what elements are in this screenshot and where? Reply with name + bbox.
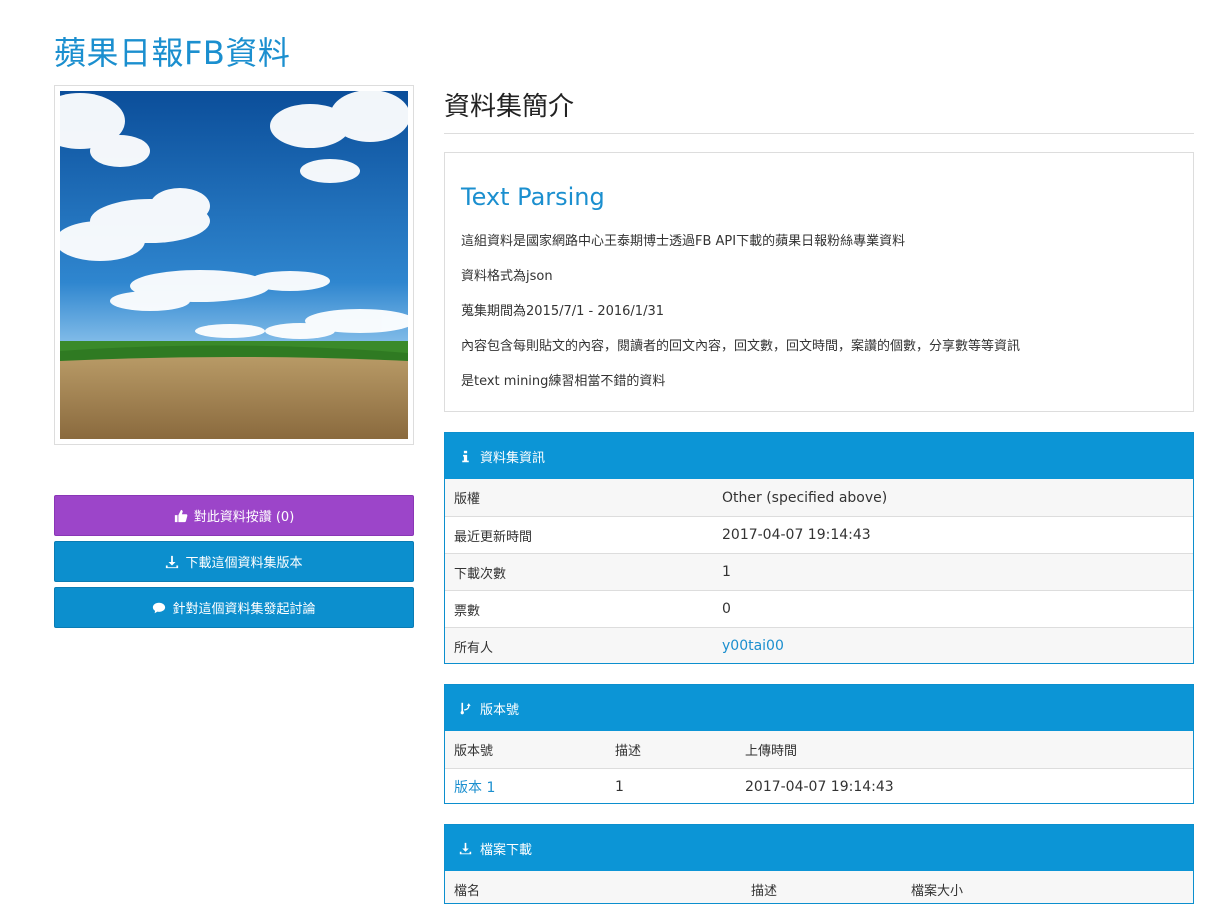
intro-line: 蒐集期間為2015/7/1 - 2016/1/31 bbox=[461, 304, 664, 319]
discuss-button-label: 針對這個資料集發起討論 bbox=[172, 602, 316, 617]
row-key: 最近更新時間 bbox=[454, 529, 533, 545]
panel-title: 檔案下載 bbox=[480, 842, 533, 858]
column-header: 版本號 bbox=[454, 744, 494, 759]
table-row: 所有人 y00tai00 bbox=[445, 627, 1193, 663]
discuss-button[interactable]: 針對這個資料集發起討論 bbox=[54, 587, 414, 628]
intro-lines: 這組資料是國家網路中心王泰期博士透過FB API下載的蘋果日報粉絲專業資料 資料… bbox=[461, 233, 1020, 408]
dataset-info-panel: 資料集資訊 版權 Other (specified above) 最近更新時間 … bbox=[444, 432, 1194, 664]
column-header: 描述 bbox=[615, 744, 642, 759]
section-title: 資料集簡介 bbox=[444, 92, 575, 122]
panel-header: 資料集資訊 bbox=[445, 433, 1193, 479]
thumbs-up-icon bbox=[174, 509, 188, 522]
column-header: 檔名 bbox=[454, 884, 481, 899]
row-value: Other (specified above) bbox=[722, 489, 888, 506]
row-key: 版權 bbox=[454, 492, 481, 507]
intro-box: Text Parsing 這組資料是國家網路中心王泰期博士透過FB API下載的… bbox=[444, 152, 1194, 412]
like-button-label: 對此資料按讚 (0) bbox=[193, 510, 295, 525]
download-icon bbox=[459, 842, 472, 854]
intro-heading: Text Parsing bbox=[461, 183, 605, 211]
divider bbox=[444, 133, 1194, 134]
panel-title: 版本號 bbox=[480, 702, 520, 718]
row-value: 1 bbox=[722, 564, 731, 580]
panel-title: 資料集資訊 bbox=[480, 450, 546, 466]
download-button-label: 下載這個資料集版本 bbox=[185, 556, 303, 571]
versions-panel: 版本號 版本號 描述 上傳時間 版本 1 1 2017-04-07 19:14:… bbox=[444, 684, 1194, 804]
intro-line: 內容包含每則貼文的內容，閱讀者的回文內容，回文數，回文時間，案讚的個數，分享數等… bbox=[461, 339, 1021, 354]
version-time: 2017-04-07 19:14:43 bbox=[745, 779, 894, 795]
panel-header: 版本號 bbox=[445, 685, 1193, 731]
row-key: 票數 bbox=[454, 603, 481, 619]
version-desc: 1 bbox=[615, 779, 624, 795]
dataset-image bbox=[54, 85, 414, 445]
download-version-button[interactable]: 下載這個資料集版本 bbox=[54, 541, 414, 582]
info-icon bbox=[462, 450, 469, 462]
branch-icon bbox=[460, 702, 471, 714]
table-header-row: 版本號 描述 上傳時間 bbox=[445, 731, 1193, 768]
files-panel: 檔案下載 檔名 描述 檔案大小 bbox=[444, 824, 1194, 904]
column-header: 上傳時間 bbox=[745, 744, 798, 759]
row-key: 下載次數 bbox=[454, 566, 507, 582]
intro-line: 是text mining練習相當不錯的資料 bbox=[461, 374, 666, 389]
intro-line: 這組資料是國家網路中心王泰期博士透過FB API下載的蘋果日報粉絲專業資料 bbox=[461, 234, 906, 249]
comment-icon bbox=[153, 602, 166, 613]
table-row: 版權 Other (specified above) bbox=[445, 479, 1193, 516]
download-icon bbox=[166, 555, 179, 568]
panel-header: 檔案下載 bbox=[445, 825, 1193, 871]
table-header-row: 檔名 描述 檔案大小 bbox=[445, 871, 1193, 903]
row-value: 0 bbox=[722, 601, 731, 617]
sky-field-image bbox=[60, 91, 408, 439]
table-row: 最近更新時間 2017-04-07 19:14:43 bbox=[445, 516, 1193, 553]
row-value: 2017-04-07 19:14:43 bbox=[722, 527, 871, 543]
like-button[interactable]: 對此資料按讚 (0) bbox=[54, 495, 414, 536]
row-key: 所有人 bbox=[454, 640, 494, 656]
page-title: 蘋果日報FB資料 bbox=[54, 34, 291, 72]
intro-line: 資料格式為json bbox=[461, 269, 553, 284]
version-link[interactable]: 版本 1 bbox=[445, 777, 615, 797]
table-row: 版本 1 1 2017-04-07 19:14:43 bbox=[445, 768, 1193, 803]
column-header: 檔案大小 bbox=[911, 884, 964, 899]
table-row: 票數 0 bbox=[445, 590, 1193, 627]
column-header: 描述 bbox=[751, 884, 778, 899]
table-row: 下載次數 1 bbox=[445, 553, 1193, 590]
owner-link[interactable]: y00tai00 bbox=[722, 638, 784, 654]
